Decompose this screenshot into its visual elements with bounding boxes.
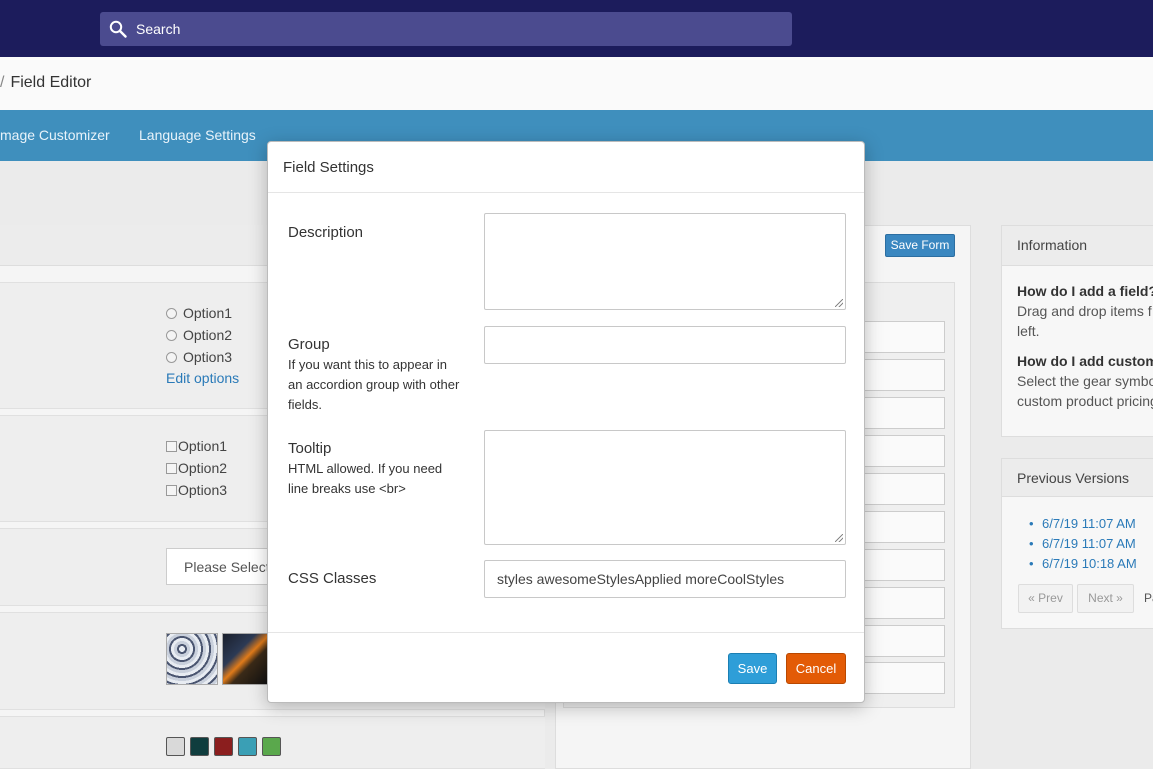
group-label: Group (288, 336, 330, 353)
tooltip-textarea[interactable] (484, 430, 846, 545)
dialog-footer-divider (268, 632, 864, 633)
field-settings-dialog: Field Settings Description Group If you … (267, 141, 865, 703)
tooltip-help-text: HTML allowed. If you need line breaks us… (288, 461, 443, 496)
css-classes-label: CSS Classes (288, 570, 377, 587)
tooltip-label: Tooltip (288, 440, 332, 457)
dialog-header-divider (268, 192, 864, 193)
description-textarea[interactable] (484, 213, 846, 310)
group-help-text: If you want this to appear in an accordi… (288, 357, 460, 412)
cancel-button[interactable]: Cancel (786, 653, 846, 684)
css-classes-input[interactable]: styles awesomeStylesApplied moreCoolStyl… (484, 560, 846, 598)
dialog-title: Field Settings (283, 159, 374, 176)
description-label: Description (288, 224, 364, 241)
save-button[interactable]: Save (728, 653, 777, 684)
group-input[interactable] (484, 326, 846, 364)
